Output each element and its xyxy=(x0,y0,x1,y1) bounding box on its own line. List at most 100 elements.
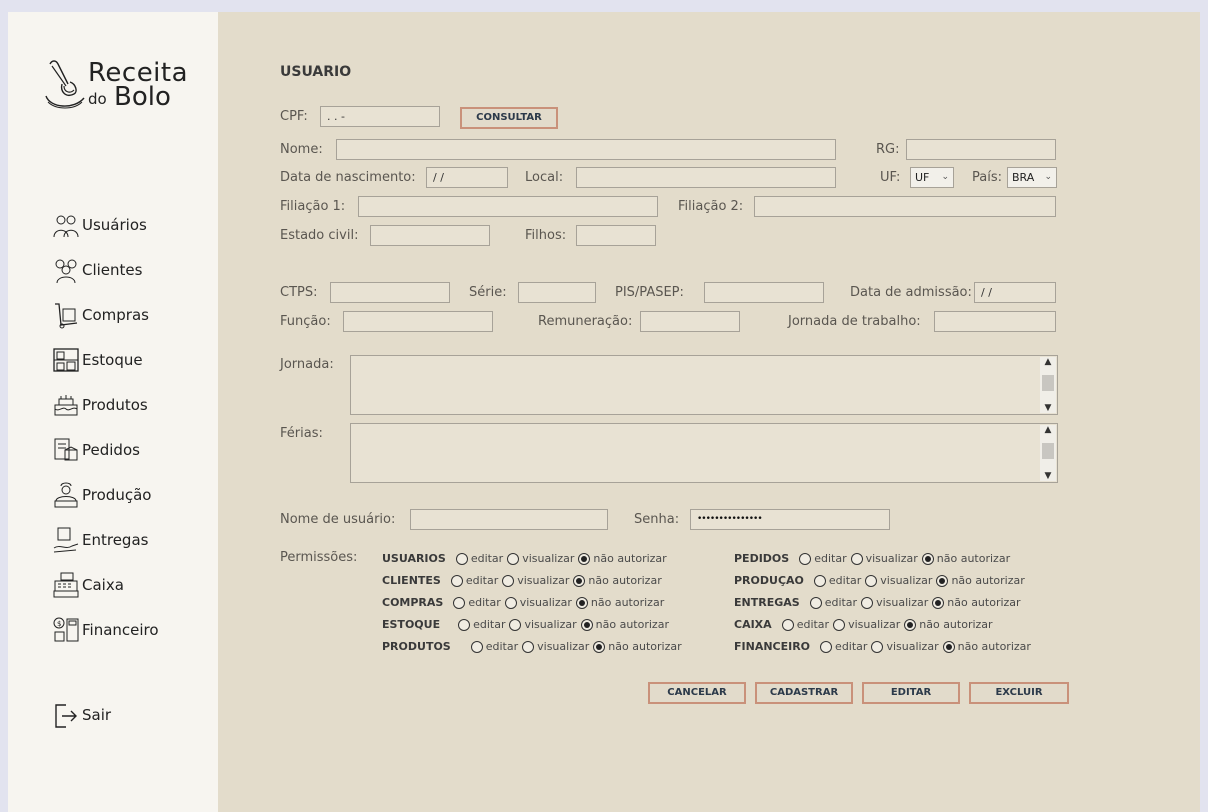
pais-select[interactable]: BRA ⌄ xyxy=(1007,167,1057,188)
logo-subtitle-do: do xyxy=(88,90,107,108)
sidebar-item-producao[interactable]: Produção xyxy=(52,478,151,512)
option-label: visualizar xyxy=(522,552,575,565)
radio-visualizar[interactable] xyxy=(507,552,520,565)
nascimento-field[interactable]: / / xyxy=(426,167,508,188)
filhos-field[interactable] xyxy=(576,225,656,246)
chevron-up-icon[interactable]: ▲ xyxy=(1040,357,1056,367)
serie-label: Série: xyxy=(469,285,507,300)
sidebar-item-pedidos[interactable]: Pedidos xyxy=(52,433,140,467)
radio-visualizar[interactable] xyxy=(865,574,878,587)
excluir-button[interactable]: EXCLUIR xyxy=(969,682,1069,704)
radio-visualizar[interactable] xyxy=(861,596,874,609)
jornada-textarea[interactable]: ▲ ▼ xyxy=(350,355,1058,415)
scrollbar-thumb[interactable] xyxy=(1042,443,1054,459)
exit-button[interactable]: Sair xyxy=(52,698,111,732)
cpf-field[interactable]: . . - xyxy=(320,106,440,127)
rg-field[interactable] xyxy=(906,139,1056,160)
sidebar-item-compras[interactable]: Compras xyxy=(52,298,149,332)
remuneracao-field[interactable] xyxy=(640,311,740,332)
usuario-field[interactable] xyxy=(410,509,608,530)
radio-nao-autorizar[interactable] xyxy=(921,552,934,565)
funcao-label: Função: xyxy=(280,314,331,329)
radio-nao-autorizar[interactable] xyxy=(573,574,586,587)
cadastrar-button[interactable]: CADASTRAR xyxy=(755,682,853,704)
sidebar-item-usuarios[interactable]: Usuários xyxy=(52,208,147,242)
option-label: editar xyxy=(465,574,499,587)
sidebar-item-caixa[interactable]: Caixa xyxy=(52,568,124,602)
option-label: editar xyxy=(470,552,504,565)
scrollbar[interactable]: ▲ ▼ xyxy=(1040,425,1056,481)
sidebar-item-clientes[interactable]: Clientes xyxy=(52,253,142,287)
local-field[interactable] xyxy=(576,167,836,188)
consultar-button[interactable]: CONSULTAR xyxy=(460,107,558,129)
perm-row-entregas: ENTREGAS editar visualizar não autorizar xyxy=(734,596,1021,609)
chevron-up-icon[interactable]: ▲ xyxy=(1040,425,1056,435)
admissao-field[interactable]: / / xyxy=(974,282,1056,303)
radio-visualizar[interactable] xyxy=(871,640,884,653)
admissao-label: Data de admissão: xyxy=(850,285,972,300)
chevron-down-icon[interactable]: ▼ xyxy=(1040,471,1056,481)
radio-nao-autorizar[interactable] xyxy=(593,640,606,653)
pis-field[interactable] xyxy=(704,282,824,303)
radio-editar[interactable] xyxy=(470,640,483,653)
radio-editar[interactable] xyxy=(455,552,468,565)
radio-visualizar[interactable] xyxy=(850,552,863,565)
sidebar-item-entregas[interactable]: Entregas xyxy=(52,523,148,557)
radio-nao-autorizar[interactable] xyxy=(936,574,949,587)
funcao-field[interactable] xyxy=(343,311,493,332)
radio-nao-autorizar[interactable] xyxy=(932,596,945,609)
serie-field[interactable] xyxy=(518,282,596,303)
radio-editar[interactable] xyxy=(809,596,822,609)
senha-label: Senha: xyxy=(634,512,680,527)
perm-row-estoque: ESTOQUE editar visualizar não autorizar xyxy=(382,618,669,631)
sidebar-item-produtos[interactable]: Produtos xyxy=(52,388,148,422)
option-label: não autorizar xyxy=(919,618,993,631)
scrollbar-thumb[interactable] xyxy=(1042,375,1054,391)
ctps-field[interactable] xyxy=(330,282,450,303)
senha-field[interactable]: ••••••••••••••• xyxy=(690,509,890,530)
radio-visualizar[interactable] xyxy=(502,574,515,587)
uf-label: UF: xyxy=(880,170,901,185)
estado-civil-field[interactable] xyxy=(370,225,490,246)
editar-button[interactable]: EDITAR xyxy=(862,682,960,704)
usuario-label: Nome de usuário: xyxy=(280,512,396,527)
perm-name: PRODUTOS xyxy=(382,640,451,653)
radio-nao-autorizar[interactable] xyxy=(580,618,593,631)
sidebar-item-estoque[interactable]: Estoque xyxy=(52,343,143,377)
radio-editar[interactable] xyxy=(813,574,826,587)
option-label: não autorizar xyxy=(608,640,682,653)
radio-visualizar[interactable] xyxy=(504,596,517,609)
sidebar-item-financeiro[interactable]: $ Financeiro xyxy=(52,613,159,647)
scrollbar[interactable]: ▲ ▼ xyxy=(1040,357,1056,413)
chevron-down-icon[interactable]: ▼ xyxy=(1040,403,1056,413)
radio-nao-autorizar[interactable] xyxy=(942,640,955,653)
radio-editar[interactable] xyxy=(458,618,471,631)
perm-row-financeiro: FINANCEIRO editar visualizar não autoriz… xyxy=(734,640,1031,653)
cake-icon xyxy=(52,391,80,419)
option-label: visualizar xyxy=(886,640,939,653)
filiacao1-field[interactable] xyxy=(358,196,658,217)
radio-visualizar[interactable] xyxy=(833,618,846,631)
radio-editar[interactable] xyxy=(799,552,812,565)
radio-nao-autorizar[interactable] xyxy=(578,552,591,565)
jornada-trabalho-label: Jornada de trabalho: xyxy=(788,314,921,329)
cancelar-button[interactable]: CANCELAR xyxy=(648,682,746,704)
radio-nao-autorizar[interactable] xyxy=(904,618,917,631)
radio-visualizar[interactable] xyxy=(509,618,522,631)
nome-field[interactable] xyxy=(336,139,836,160)
radio-editar[interactable] xyxy=(450,574,463,587)
perm-name: ESTOQUE xyxy=(382,618,441,631)
sidebar-item-label: Caixa xyxy=(82,576,124,594)
delivery-icon xyxy=(52,526,80,554)
radio-nao-autorizar[interactable] xyxy=(575,596,588,609)
uf-select[interactable]: UF ⌄ xyxy=(910,167,954,188)
jornada-trabalho-field[interactable] xyxy=(934,311,1056,332)
radio-editar[interactable] xyxy=(820,640,833,653)
filiacao2-field[interactable] xyxy=(754,196,1056,217)
ferias-textarea[interactable]: ▲ ▼ xyxy=(350,423,1058,483)
radio-visualizar[interactable] xyxy=(522,640,535,653)
radio-editar[interactable] xyxy=(781,618,794,631)
perm-row-pedidos: PEDIDOS editar visualizar não autorizar xyxy=(734,552,1010,565)
radio-editar[interactable] xyxy=(453,596,466,609)
perm-name: PRODUÇAO xyxy=(734,574,804,587)
